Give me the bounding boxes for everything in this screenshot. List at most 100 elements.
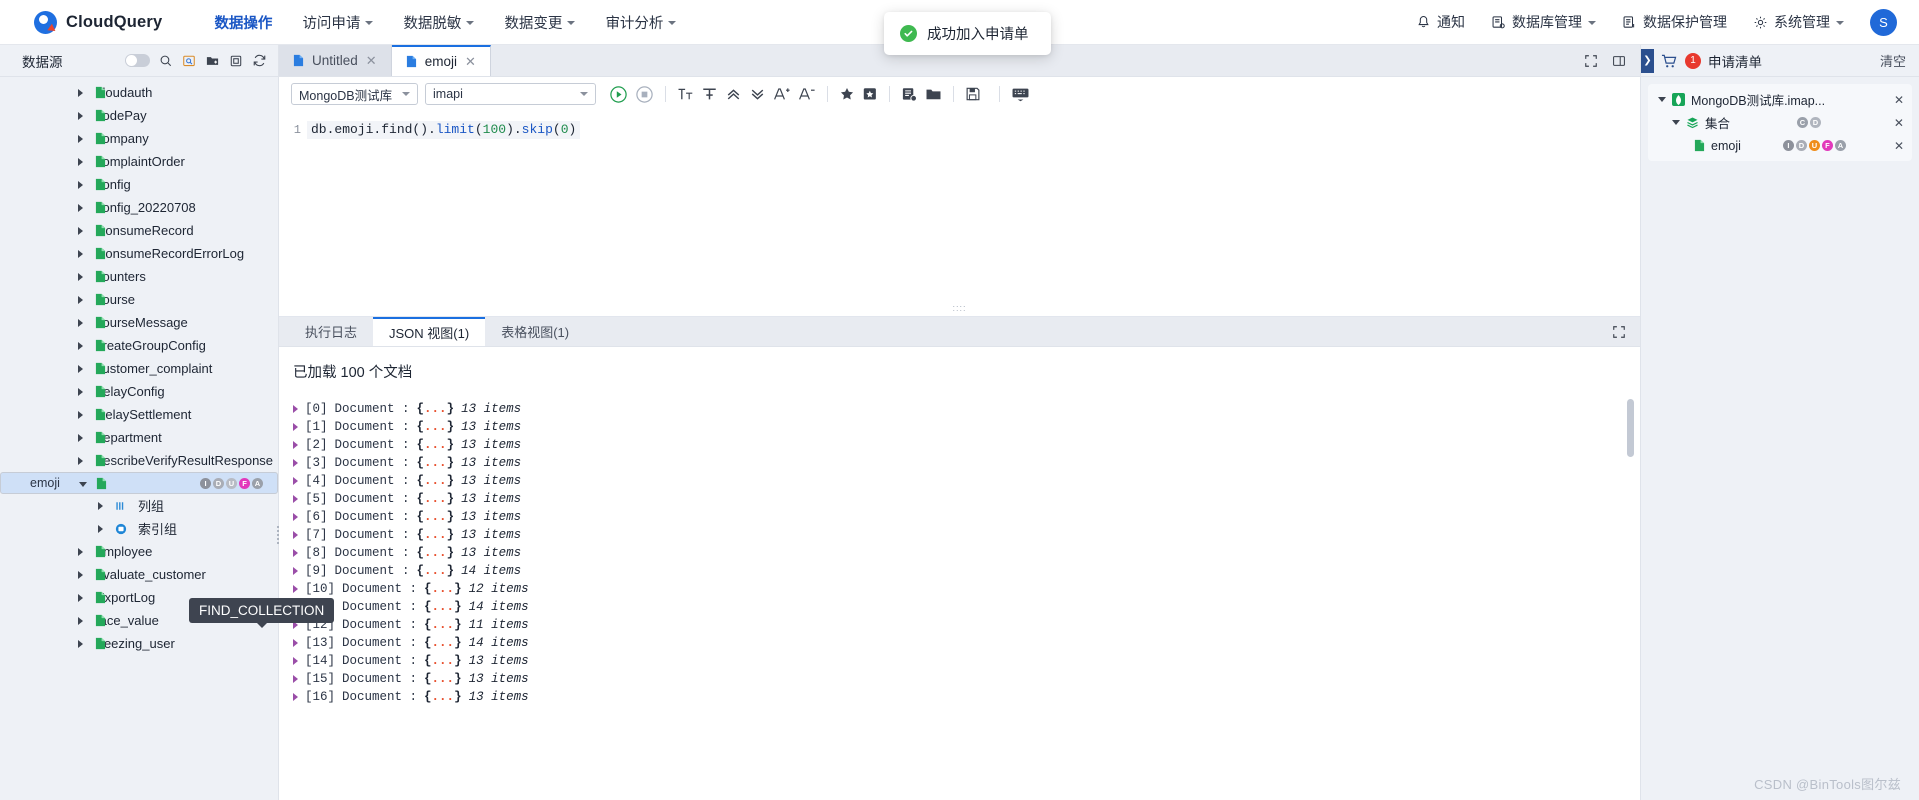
close-icon[interactable]: ✕ — [465, 54, 476, 70]
stop-icon[interactable] — [635, 85, 654, 104]
tree-item-company[interactable]: company — [0, 127, 278, 150]
cart-icon[interactable] — [1661, 53, 1678, 69]
datasource-select[interactable]: MongoDB测试库 — [291, 83, 418, 105]
remove-icon[interactable]: ✕ — [1888, 139, 1904, 153]
chevron-right-icon[interactable] — [78, 456, 83, 465]
tree-item-creategroupconfig[interactable]: createGroupConfig — [0, 334, 278, 357]
chevron-right-icon[interactable] — [78, 180, 83, 189]
editor-resize-handle[interactable]: :::: — [952, 303, 966, 313]
nav-item-data-masking[interactable]: 数据脱敏 — [403, 12, 475, 33]
tree-item-customer-complaint[interactable]: customer_complaint — [0, 357, 278, 380]
tree-item-config[interactable]: config — [0, 173, 278, 196]
document-row[interactable]: [13] Document : {...} 14 items — [289, 634, 1640, 652]
nav-item-audit-analysis[interactable]: 审计分析 — [605, 12, 677, 33]
document-row[interactable]: [4] Document : {...} 13 items — [289, 472, 1640, 490]
chevron-right-icon[interactable] — [293, 639, 298, 647]
chevron-right-icon[interactable] — [293, 441, 298, 449]
search-icon[interactable] — [159, 54, 173, 68]
sql-editor[interactable]: 1 db.emoji.find().limit(100).skip(0) :::… — [279, 111, 1640, 317]
collapse-up-icon[interactable] — [725, 86, 742, 103]
tree-item-consumerecorderrorlog[interactable]: ConsumeRecordErrorLog — [0, 242, 278, 265]
chevron-right-icon[interactable] — [293, 513, 298, 521]
chevron-right-icon[interactable] — [78, 318, 83, 327]
notifications-button[interactable]: 通知 — [1416, 12, 1465, 32]
collapse-panel-button[interactable]: ❯ — [1641, 48, 1654, 73]
chevron-right-icon[interactable] — [78, 203, 83, 212]
tab-untitled[interactable]: Untitled ✕ — [279, 45, 392, 76]
font-decrease-icon[interactable] — [798, 85, 816, 103]
tree-item-counters[interactable]: counters — [0, 265, 278, 288]
chevron-right-icon[interactable] — [293, 477, 298, 485]
tab-execution-log[interactable]: 执行日志 — [289, 317, 373, 346]
data-protection-management-menu[interactable]: 数据保护管理 — [1622, 12, 1727, 32]
chevron-down-icon[interactable] — [1658, 97, 1666, 102]
tree-item-describeverifyresultresponse[interactable]: describeVerifyResultResponse — [0, 449, 278, 472]
nav-item-data-change[interactable]: 数据变更 — [504, 12, 576, 33]
nav-item-access-request[interactable]: 访问申请 — [302, 12, 374, 33]
datasource-tree[interactable]: cloudauth codePay company complaintOrder con… — [0, 77, 278, 800]
document-row[interactable]: [2] Document : {...} 13 items — [289, 436, 1640, 454]
chevron-right-icon[interactable] — [78, 111, 83, 120]
font-increase-icon[interactable] — [773, 85, 791, 103]
tree-item--[interactable]: 索引组 — [0, 517, 278, 540]
tab-json-view[interactable]: JSON 视图(1) — [373, 317, 486, 346]
chevron-right-icon[interactable] — [78, 639, 83, 648]
chevron-right-icon[interactable] — [78, 433, 83, 442]
request-tree-item-emoji[interactable]: emoji IDUFA ✕ — [1648, 134, 1912, 157]
document-row[interactable]: [3] Document : {...} 13 items — [289, 454, 1640, 472]
chevron-down-icon[interactable] — [1672, 120, 1680, 125]
chevron-right-icon[interactable] — [293, 567, 298, 575]
document-row[interactable]: [5] Document : {...} 13 items — [289, 490, 1640, 508]
system-management-menu[interactable]: 系统管理 — [1753, 12, 1844, 32]
avatar[interactable]: S — [1870, 8, 1897, 36]
chevron-right-icon[interactable] — [293, 549, 298, 557]
chevron-right-icon[interactable] — [293, 531, 298, 539]
tab-emoji[interactable]: emoji ✕ — [391, 45, 491, 76]
tree-item-delaysettlement[interactable]: DelaySettlement — [0, 403, 278, 426]
document-row[interactable]: [1] Document : {...} 13 items — [289, 418, 1640, 436]
chevron-right-icon[interactable] — [293, 693, 298, 701]
tree-item-delayconfig[interactable]: delayConfig — [0, 380, 278, 403]
document-row[interactable]: [9] Document : {...} 14 items — [289, 562, 1640, 580]
chevron-right-icon[interactable] — [78, 249, 83, 258]
remove-icon[interactable]: ✕ — [1888, 116, 1904, 130]
folder-add-icon[interactable] — [205, 54, 220, 68]
document-row[interactable]: [6] Document : {...} 13 items — [289, 508, 1640, 526]
tree-item--[interactable]: 列组 — [0, 494, 278, 517]
clear-request-list-button[interactable]: 清空 — [1880, 51, 1906, 70]
document-row[interactable]: [16] Document : {...} 13 items — [289, 688, 1640, 706]
tree-item-consumerecord[interactable]: ConsumeRecord — [0, 219, 278, 242]
sidebar-resize-handle[interactable] — [274, 525, 281, 545]
tree-item-config-20220708[interactable]: config_20220708 — [0, 196, 278, 219]
database-management-menu[interactable]: 数据库管理 — [1491, 12, 1596, 32]
chevron-down-icon[interactable] — [79, 481, 87, 487]
chevron-right-icon[interactable] — [78, 157, 83, 166]
chevron-right-icon[interactable] — [78, 272, 83, 281]
chevron-right-icon[interactable] — [98, 501, 103, 510]
request-tree-root[interactable]: MongoDB测试库.imap... ✕ — [1648, 88, 1912, 111]
open-folder-icon[interactable] — [925, 86, 942, 102]
request-tree-group[interactable]: 集合 CD ✕ — [1648, 111, 1912, 134]
expand-results-icon[interactable] — [1612, 317, 1640, 346]
chevron-right-icon[interactable] — [78, 88, 83, 97]
tree-item-cloudauth[interactable]: cloudauth — [0, 81, 278, 104]
chevron-right-icon[interactable] — [78, 547, 83, 556]
chevron-right-icon[interactable] — [78, 593, 83, 602]
document-row[interactable]: [15] Document : {...} 13 items — [289, 670, 1640, 688]
inspect-icon[interactable] — [182, 54, 196, 68]
tab-table-view[interactable]: 表格视图(1) — [485, 317, 585, 346]
tree-item-coursemessage[interactable]: courseMessage — [0, 311, 278, 334]
chevron-right-icon[interactable] — [293, 423, 298, 431]
favorite-box-icon[interactable] — [862, 86, 878, 102]
favorite-icon[interactable] — [839, 86, 855, 102]
chevron-right-icon[interactable] — [78, 134, 83, 143]
document-row[interactable]: [11]Document :{...}14 items — [289, 598, 1640, 616]
run-icon[interactable] — [609, 85, 628, 104]
document-row[interactable]: [8] Document : {...} 13 items — [289, 544, 1640, 562]
save-icon[interactable] — [965, 86, 981, 102]
query-text[interactable]: db.emoji.find().limit(100).skip(0) — [307, 121, 581, 139]
format-text-icon[interactable] — [677, 86, 694, 103]
tree-item-freezing-user[interactable]: freezing_user — [0, 632, 278, 655]
chevron-right-icon[interactable] — [78, 616, 83, 625]
chevron-right-icon[interactable] — [293, 495, 298, 503]
